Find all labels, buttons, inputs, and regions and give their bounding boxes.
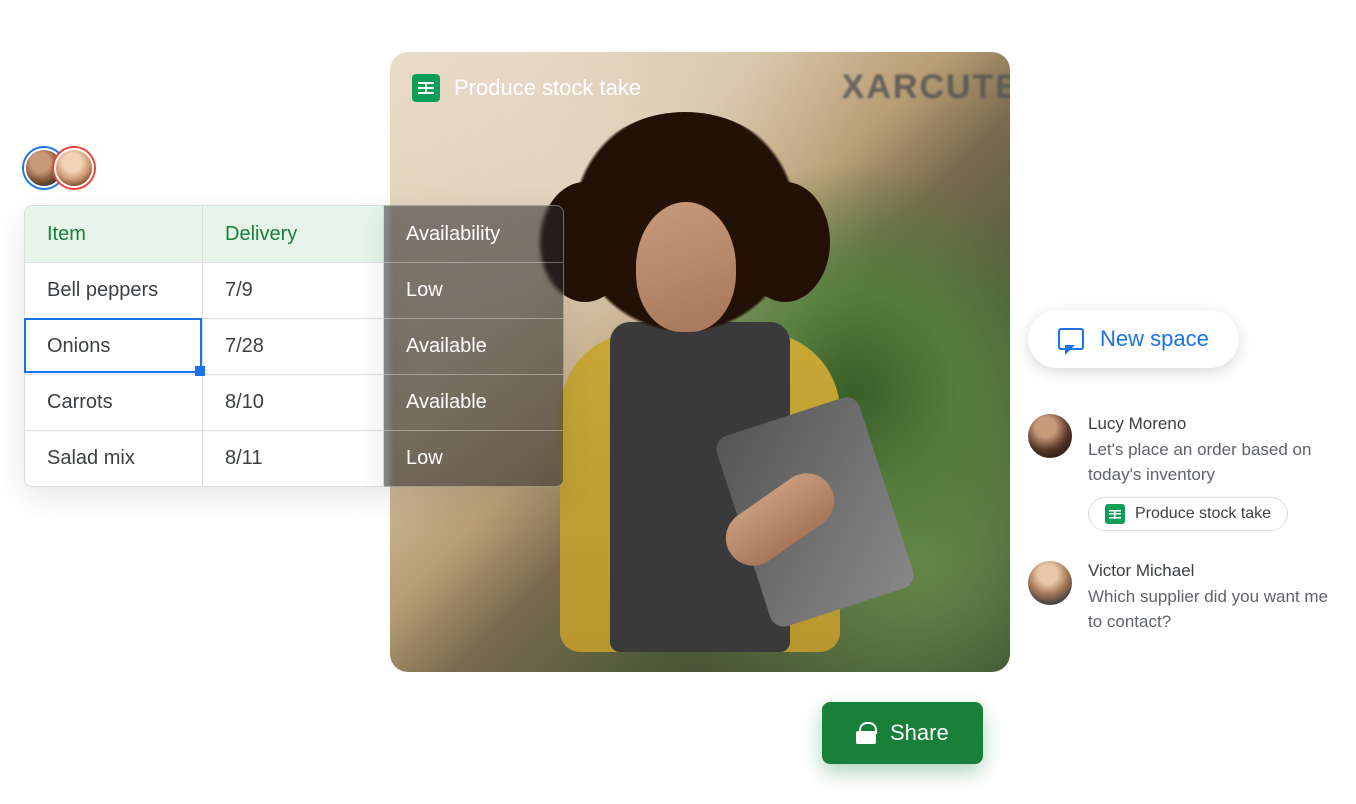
sheets-icon [412, 74, 440, 102]
cell-item[interactable]: Carrots [25, 375, 203, 430]
new-space-button[interactable]: New space [1028, 310, 1239, 368]
attachment-chip[interactable]: Produce stock take [1088, 497, 1288, 531]
chat-message: Lucy Moreno Let's place an order based o… [1028, 414, 1328, 531]
table-row[interactable]: Available [384, 318, 563, 374]
message-author: Lucy Moreno [1088, 414, 1328, 434]
sheets-icon [1105, 504, 1125, 524]
table-row[interactable]: Bell peppers 7/9 [25, 262, 383, 318]
cell-availability[interactable]: Low [384, 263, 563, 318]
cell-delivery[interactable]: 8/10 [203, 375, 383, 430]
avatar[interactable] [1028, 561, 1072, 605]
table-row[interactable]: Salad mix 8/11 [25, 430, 383, 486]
share-button-label: Share [890, 720, 949, 746]
header-row: Item Delivery [25, 206, 383, 262]
collaborator-avatars [24, 148, 84, 188]
header-row: Availability [384, 206, 563, 262]
header-item: Item [25, 206, 203, 262]
table-row[interactable]: Carrots 8/10 [25, 374, 383, 430]
attachment-label: Produce stock take [1135, 505, 1271, 523]
cell-item[interactable]: Onions [25, 319, 203, 374]
cell-delivery[interactable]: 7/9 [203, 263, 383, 318]
table-row[interactable]: Low [384, 262, 563, 318]
header-availability: Availability [384, 206, 563, 262]
cell-availability[interactable]: Available [384, 319, 563, 374]
avatar[interactable] [1028, 414, 1072, 458]
message-text: Let's place an order based on today's in… [1088, 438, 1328, 487]
table-row[interactable]: Available [384, 374, 563, 430]
chat-message: Victor Michael Which supplier did you wa… [1028, 561, 1328, 634]
table-row[interactable]: Onions 7/28 [25, 318, 383, 374]
background-sign-text: XARCUTE [842, 70, 1010, 104]
cell-availability[interactable]: Low [384, 431, 563, 486]
chat-icon [1058, 328, 1084, 350]
message-text: Which supplier did you want me to contac… [1088, 585, 1328, 634]
cell-delivery[interactable]: 8/11 [203, 431, 383, 486]
message-author: Victor Michael [1088, 561, 1328, 581]
lock-icon [856, 722, 876, 744]
cell-item[interactable]: Bell peppers [25, 263, 203, 318]
cell-item[interactable]: Salad mix [25, 431, 203, 486]
cell-availability[interactable]: Available [384, 375, 563, 430]
document-title: Produce stock take [454, 75, 641, 101]
spreadsheet: Item Delivery Bell peppers 7/9 Onions 7/… [24, 205, 564, 487]
header-delivery: Delivery [203, 206, 383, 262]
document-title-bar: Produce stock take [412, 74, 641, 102]
share-button[interactable]: Share [822, 702, 983, 764]
cell-delivery[interactable]: 7/28 [203, 319, 383, 374]
table-row[interactable]: Low [384, 430, 563, 486]
person-figure [520, 112, 880, 652]
new-space-label: New space [1100, 326, 1209, 352]
avatar[interactable] [54, 148, 94, 188]
